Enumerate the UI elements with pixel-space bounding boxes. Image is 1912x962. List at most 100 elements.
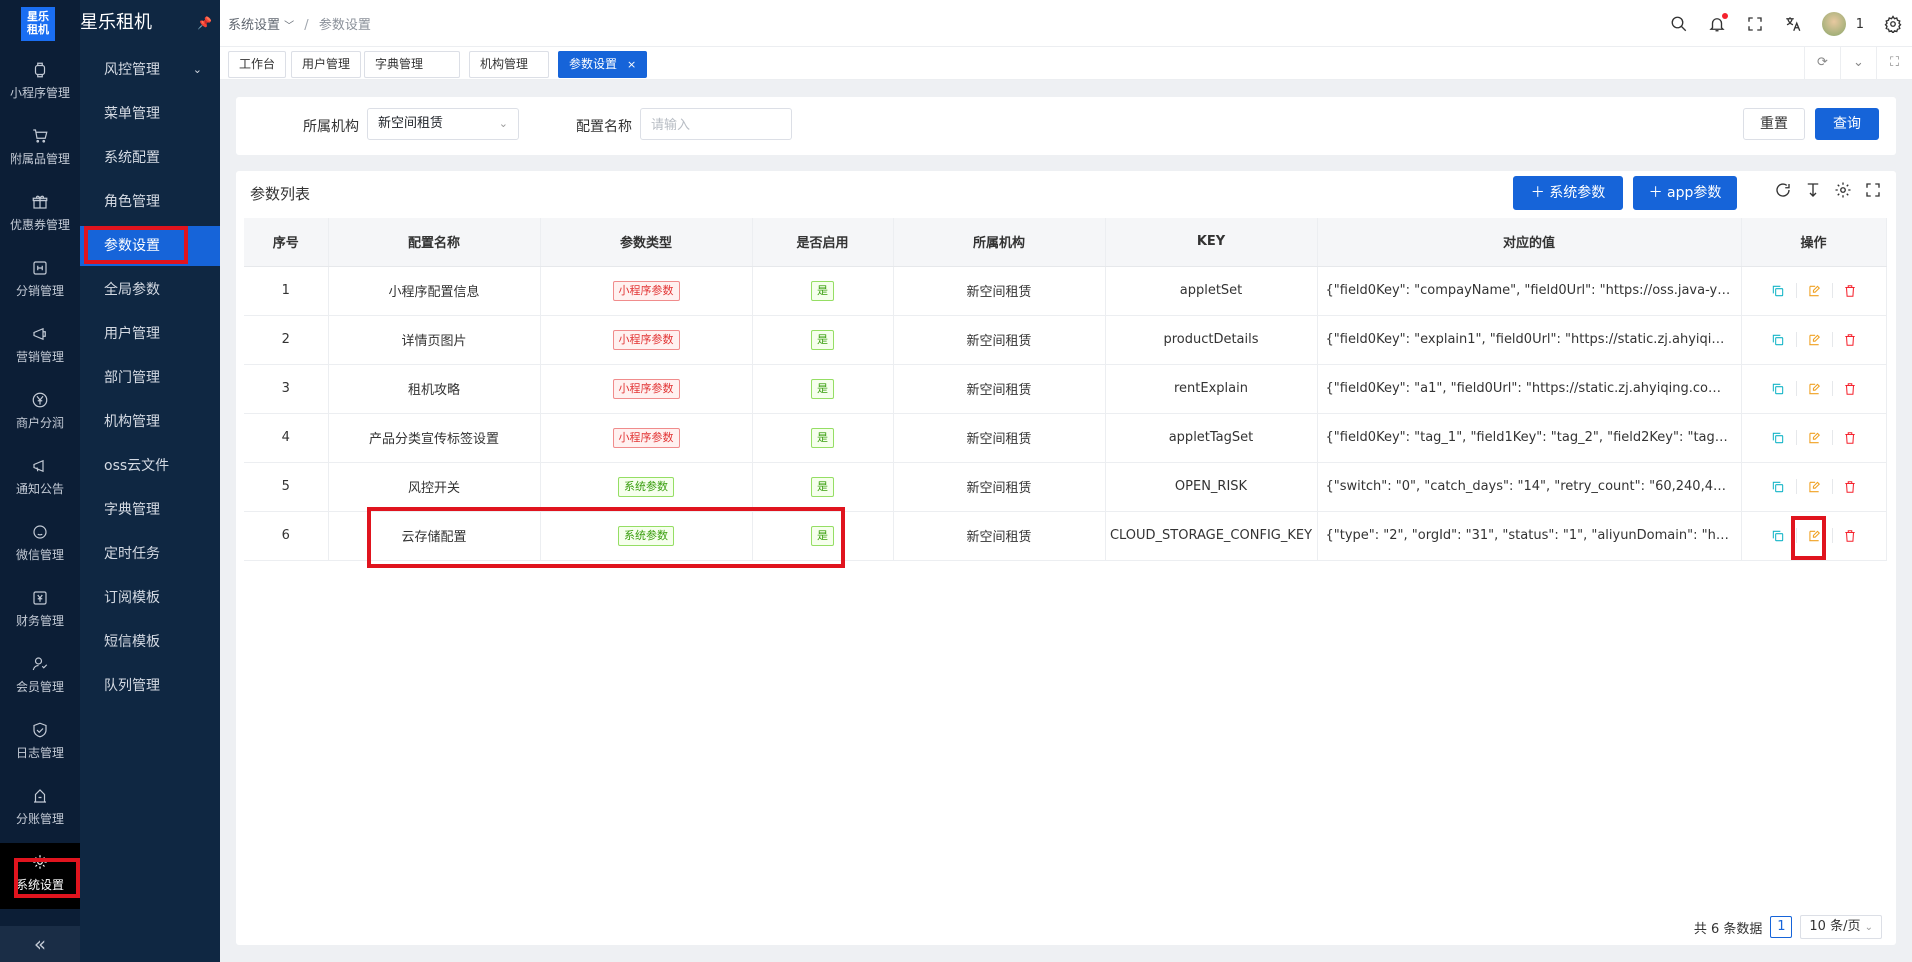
menu-item-label: 部门管理 [104,370,160,386]
add-system-param-button[interactable]: ＋ 系统参数 [1513,176,1623,210]
menu-item-12[interactable]: 定时任务 [80,534,220,574]
column-settings-icon[interactable] [1834,181,1852,203]
column-header: 参数类型 [540,218,753,267]
maximize-icon[interactable]: ⛶ [1876,47,1912,79]
menu-item-2[interactable]: 菜单管理 [80,94,220,134]
org-cell: 新空间租赁 [893,462,1106,512]
reset-button[interactable]: 重置 [1743,108,1805,140]
gear-icon[interactable] [1884,15,1902,35]
rail-item-11[interactable]: 日志管理 [0,711,80,777]
menu-item-11[interactable]: 字典管理 [80,490,220,530]
edit-icon[interactable] [1795,381,1832,396]
rail-item-3[interactable]: 优惠券管理 [0,183,80,249]
delete-icon[interactable] [1831,283,1868,298]
tab-2[interactable]: 用户管理 [291,51,362,78]
breadcrumb-current: 参数设置 [318,18,371,33]
menu-item-9[interactable]: 机构管理 [80,402,220,442]
tab-5[interactable]: 参数设置 × [558,51,648,78]
menu-item-14[interactable]: 短信模板 [80,622,220,662]
enabled-cell: 是 [752,511,894,561]
delete-icon[interactable] [1831,528,1868,543]
table-row: 4 产品分类宣传标签设置 小程序参数 是 新空间租赁 appletTagSet {"fiel… [244,413,1887,463]
org-select[interactable]: 新空间租赁 ⌄ [367,108,519,140]
rail-item-13[interactable]: 系统设置 [0,843,80,909]
delete-icon[interactable] [1831,479,1868,494]
delete-icon[interactable] [1831,381,1868,396]
menu-item-15[interactable]: 队列管理 [80,666,220,706]
edit-icon[interactable] [1795,528,1832,543]
distribution-icon [31,259,49,277]
rail-item-5[interactable]: 营销管理 [0,315,80,381]
rail-item-9[interactable]: 财务管理 [0,579,80,645]
density-icon[interactable] [1804,181,1822,203]
refresh-icon[interactable]: ⟳ [1804,47,1840,79]
fullscreen-icon[interactable] [1746,15,1764,33]
ops-cell [1741,315,1887,365]
copy-icon[interactable] [1760,528,1796,543]
shield-check-icon [31,721,49,739]
delete-icon[interactable] [1831,430,1868,445]
config-name-input[interactable] [640,108,792,140]
tab-3[interactable]: 字典管理 [364,51,460,78]
page-size-select[interactable]: 10 条/页 ⌄ [1800,915,1882,939]
translate-icon[interactable] [1784,15,1802,33]
rail-item-12[interactable]: 分账管理 [0,777,80,843]
edit-icon[interactable] [1795,332,1832,347]
chevron-down-icon: ⌄ [192,63,202,76]
value-cell: {"type": "2", "orgId": "31", "status": "… [1317,511,1742,561]
key-cell: CLOUD_STORAGE_CONFIG_KEY [1105,511,1318,561]
close-icon[interactable]: × [627,58,636,71]
row-index: 4 [244,413,329,463]
fullscreen-icon[interactable] [1864,181,1882,203]
value-cell: {"field0Key": "explain1", "field0Url": "… [1317,315,1742,365]
rail-item-2[interactable]: 附属品管理 [0,117,80,183]
pin-icon[interactable]: 📌 [197,16,212,30]
copy-icon[interactable] [1760,381,1796,396]
copy-icon[interactable] [1760,283,1796,298]
menu-item-10[interactable]: oss云文件 [80,446,220,486]
menu-item-label: oss云文件 [104,458,170,474]
user-name[interactable]: 1 [1856,17,1864,32]
edit-icon[interactable] [1795,283,1832,298]
avatar[interactable] [1821,12,1846,36]
column-header: 配置名称 [328,218,541,267]
rail-item-6[interactable]: 商户分润 [0,381,80,447]
menu-item-6[interactable]: 全局参数 [80,270,220,310]
chevron-down-icon[interactable]: ⌄ [1840,47,1876,79]
menu-item-7[interactable]: 用户管理 [80,314,220,354]
config-name-cell: 产品分类宣传标签设置 [328,413,541,463]
menu-item-13[interactable]: 订阅模板 [80,578,220,618]
menu-item-3[interactable]: 系统配置 [80,138,220,178]
rail-item-4[interactable]: 分销管理 [0,249,80,315]
menu-item-1[interactable]: 风控管理 ⌄ [80,50,220,90]
copy-icon[interactable] [1760,332,1796,347]
copy-icon[interactable] [1760,430,1796,445]
search-icon[interactable] [1670,15,1688,33]
bell-icon[interactable] [1708,13,1728,33]
menu-item-5[interactable]: 参数设置 [80,226,220,266]
collapse-icon[interactable]: « [0,926,80,962]
edit-icon[interactable] [1795,479,1832,494]
split-account-icon [31,787,49,805]
tab-label: 字典管理 [375,57,424,71]
edit-icon[interactable] [1795,430,1832,445]
rail-item-10[interactable]: 会员管理 [0,645,80,711]
menu-item-label: 参数设置 [104,238,160,254]
copy-icon[interactable] [1760,479,1796,494]
row-index: 2 [244,315,329,365]
rail-item-8[interactable]: 微信管理 [0,513,80,579]
search-button[interactable]: 查询 [1815,108,1879,140]
refresh-icon[interactable] [1774,181,1792,203]
delete-icon[interactable] [1831,332,1868,347]
menu-item-4[interactable]: 角色管理 [80,182,220,222]
rail-item-1[interactable]: 小程序管理 [0,51,80,117]
add-app-param-button[interactable]: ＋ app参数 [1633,176,1737,210]
finance-icon [31,589,49,607]
menu-item-8[interactable]: 部门管理 [80,358,220,398]
tab-4[interactable]: 机构管理 [469,51,549,78]
page-number[interactable]: 1 [1770,916,1793,938]
tab-1[interactable]: 工作台 [228,51,287,78]
breadcrumb-parent[interactable]: 系统设置 [228,18,280,33]
chevron-down-icon: ﹀ [284,21,295,32]
rail-item-7[interactable]: 通知公告 [0,447,80,513]
